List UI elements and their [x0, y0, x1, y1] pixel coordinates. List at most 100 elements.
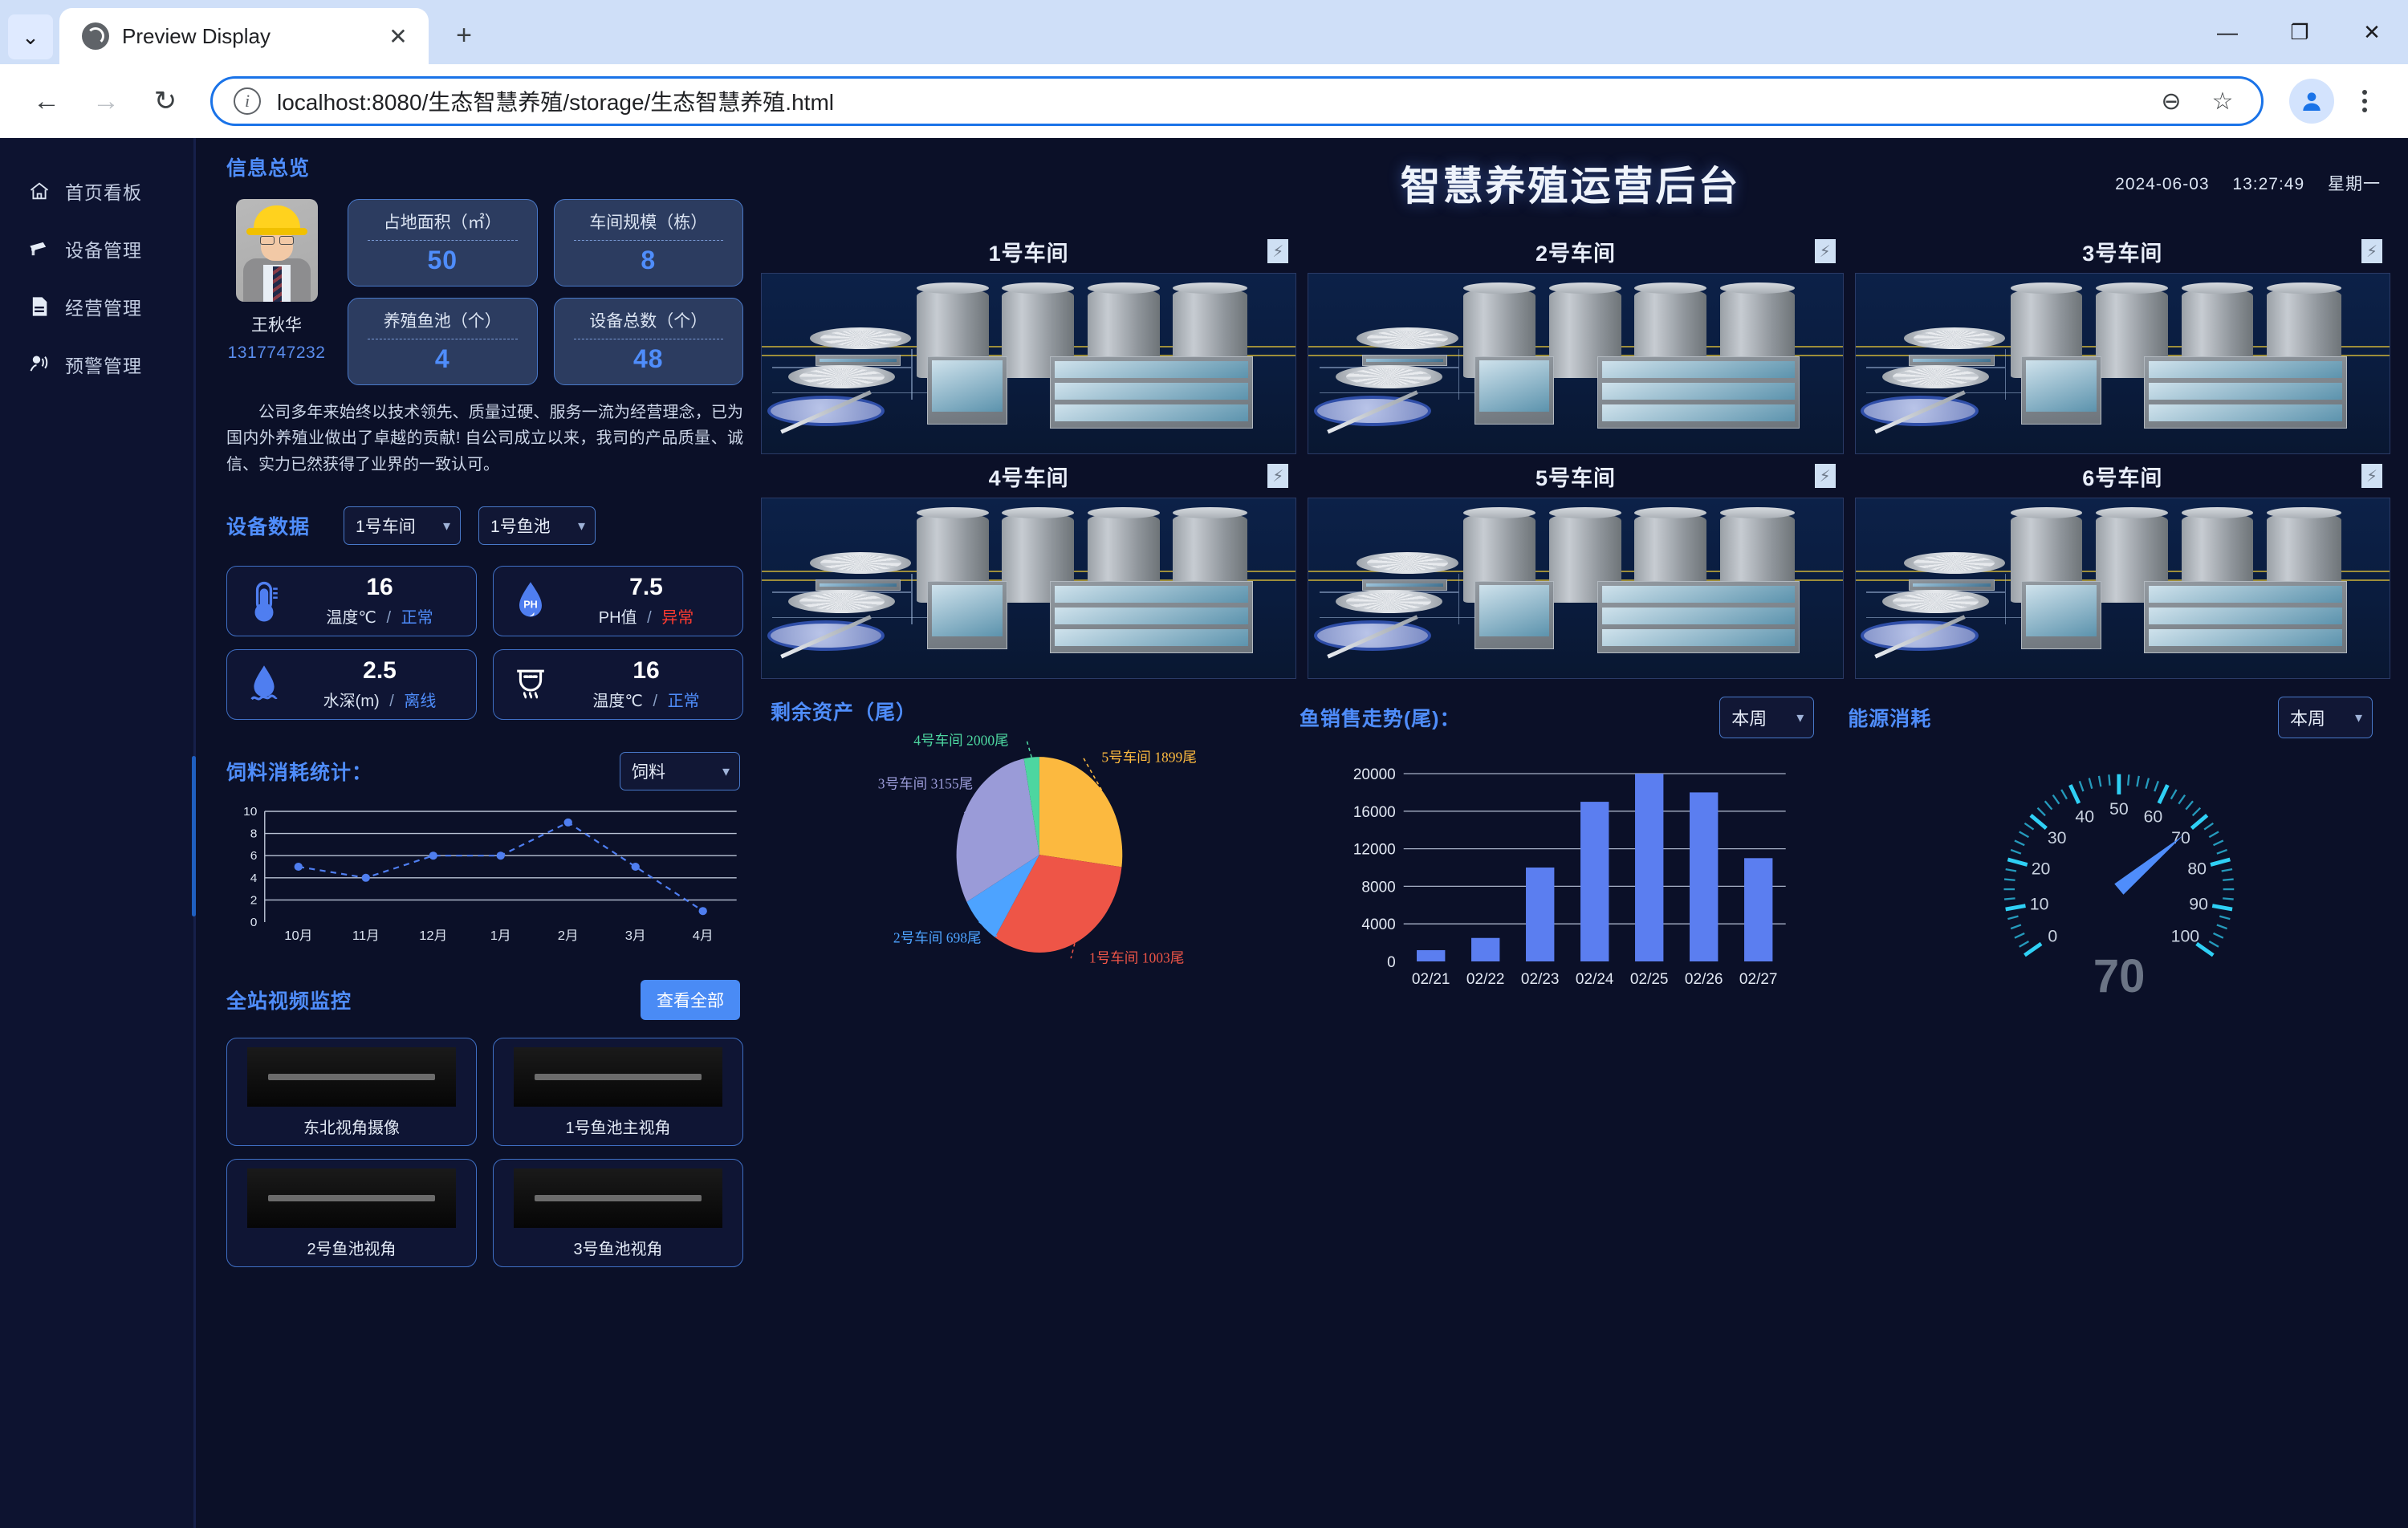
svg-text:3号车间 3155尾: 3号车间 3155尾: [878, 775, 973, 791]
workshop-select[interactable]: 1号车间 ▾: [344, 506, 461, 545]
svg-text:02/24: 02/24: [1576, 971, 1614, 988]
close-icon[interactable]: ✕: [382, 20, 414, 52]
lightning-bolt-icon[interactable]: ⚡: [2361, 464, 2382, 488]
svg-text:20: 20: [2032, 860, 2051, 879]
device-card-heater[interactable]: 16 温度℃ / 正常: [493, 649, 743, 720]
lightning-bolt-icon[interactable]: ⚡: [2361, 239, 2382, 263]
svg-text:5号车间 1899尾: 5号车间 1899尾: [1101, 749, 1196, 765]
stat-value: 48: [566, 344, 732, 374]
view-all-button[interactable]: 查看全部: [641, 980, 740, 1020]
workshop-header: 3号车间 ⚡: [1855, 230, 2390, 273]
stat-label: 车间规模（栋）: [566, 209, 732, 234]
device-card-water-depth[interactable]: 2.5 水深(m) / 离线: [226, 649, 477, 720]
sidebar-item-label: 设备管理: [65, 235, 142, 262]
workshop-3d-view[interactable]: [1855, 498, 2390, 679]
clock-date: 2024-06-03: [2115, 175, 2209, 193]
svg-text:02/25: 02/25: [1630, 971, 1669, 988]
camera-label: 3号鱼池视角: [502, 1236, 734, 1259]
lightning-bolt-icon[interactable]: ⚡: [1267, 239, 1288, 263]
main-content: 信息总览 王秋华 1317747232 占地面积（㎡） 50: [196, 138, 2408, 1528]
new-tab-icon[interactable]: +: [443, 14, 485, 56]
camera-label: 2号鱼池视角: [236, 1236, 467, 1259]
dashed-divider: [574, 240, 724, 241]
workshop-3d-view[interactable]: [761, 498, 1296, 679]
workshop-3d-view[interactable]: [1308, 498, 1843, 679]
separator: /: [389, 693, 394, 710]
svg-text:90: 90: [2190, 894, 2209, 913]
energy-period-select[interactable]: 本周 ▾: [2278, 697, 2373, 738]
site-info-icon[interactable]: i: [234, 87, 261, 115]
svg-text:4号车间 2000尾: 4号车间 2000尾: [913, 733, 1008, 749]
home-icon: [27, 179, 51, 203]
address-bar[interactable]: i localhost:8080/生态智慧养殖/storage/生态智慧养殖.h…: [210, 76, 2264, 126]
zoom-out-icon[interactable]: ⊖: [2154, 83, 2189, 119]
bookmark-star-icon[interactable]: ☆: [2205, 83, 2240, 119]
workshop-3d-view[interactable]: [1855, 273, 2390, 454]
workshop-3d-view[interactable]: [761, 273, 1296, 454]
device-card-temperature[interactable]: 16 温度℃ / 正常: [226, 566, 477, 636]
svg-text:3月: 3月: [625, 929, 646, 943]
overview-title: 信息总览: [226, 152, 743, 181]
feed-chart-title: 饲料消耗统计：: [226, 757, 372, 786]
reload-icon[interactable]: ↻: [140, 75, 191, 127]
stat-value: 4: [360, 344, 526, 374]
tab-search-button[interactable]: ⌄: [8, 14, 53, 59]
heater-icon: [508, 660, 553, 709]
back-icon[interactable]: ←: [21, 75, 72, 127]
window-close-icon[interactable]: ✕: [2336, 0, 2408, 64]
camera-card[interactable]: 2号鱼池视角: [226, 1159, 477, 1267]
browser-chrome: ⌄ Preview Display ✕ + — ❐ ✕ ← → ↻ i loca…: [0, 0, 2408, 138]
svg-text:6: 6: [250, 850, 258, 864]
camera-card[interactable]: 东北视角摄像: [226, 1038, 477, 1146]
window-controls: — ❐ ✕: [2191, 0, 2408, 64]
device-value: 16: [298, 575, 462, 600]
sidebar-item-operation[interactable]: 经营管理: [0, 278, 196, 335]
workshop-grid: 1号车间 ⚡ 2号车间 ⚡: [761, 230, 2390, 679]
browser-tab[interactable]: Preview Display ✕: [59, 8, 429, 64]
camera-card[interactable]: 3号鱼池视角: [493, 1159, 743, 1267]
camera-card[interactable]: 1号鱼池主视角: [493, 1038, 743, 1146]
lightning-bolt-icon[interactable]: ⚡: [1267, 464, 1288, 488]
device-value: 2.5: [298, 658, 462, 684]
water-depth-icon: [242, 660, 287, 709]
browser-menu-icon[interactable]: [2342, 79, 2387, 124]
feed-chart-header: 饲料消耗统计： 饲料 ▾: [226, 752, 743, 790]
workshop-name: 1号车间: [989, 236, 1069, 267]
workshop-header: 4号车间 ⚡: [761, 454, 1296, 498]
minimize-icon[interactable]: —: [2191, 0, 2264, 64]
sidebar-item-device[interactable]: 设备管理: [0, 220, 196, 278]
svg-text:100: 100: [2171, 927, 2200, 946]
sidebar-item-label: 经营管理: [65, 293, 142, 320]
forward-icon[interactable]: →: [80, 75, 132, 127]
device-card-ph[interactable]: PH 7.5 PH值 / 异常: [493, 566, 743, 636]
url-text: localhost:8080/生态智慧养殖/storage/生态智慧养殖.htm…: [277, 85, 2138, 117]
sidebar-item-home[interactable]: 首页看板: [0, 162, 196, 220]
lightning-bolt-icon[interactable]: ⚡: [1815, 464, 1836, 488]
workshop-3d-view[interactable]: [1308, 273, 1843, 454]
svg-text:30: 30: [2048, 828, 2067, 847]
pond-select[interactable]: 1号鱼池 ▾: [478, 506, 596, 545]
stat-value: 50: [360, 246, 526, 275]
svg-text:10: 10: [243, 805, 257, 819]
sidebar-item-label: 预警管理: [65, 351, 142, 378]
stat-card-workshops: 车间规模（栋） 8: [554, 199, 744, 286]
sidebar-item-alert[interactable]: 预警管理: [0, 335, 196, 393]
lightning-bolt-icon[interactable]: ⚡: [1815, 239, 1836, 263]
svg-text:8000: 8000: [1361, 879, 1395, 896]
sales-period-select[interactable]: 本周 ▾: [1719, 697, 1814, 738]
device-label: PH值: [599, 609, 637, 627]
right-panel: 智慧养殖运营后台 2024-06-03 13:27:49 星期一 1号车间 ⚡: [743, 152, 2390, 1528]
svg-text:02/23: 02/23: [1521, 971, 1560, 988]
alert-broadcast-icon: [27, 352, 51, 376]
remaining-assets-pie-chart: 5号车间 1899尾1号车间 1003尾2号车间 698尾3号车间 3155尾4…: [771, 729, 1283, 977]
clock: 2024-06-03 13:27:49 星期一: [2115, 171, 2381, 195]
energy-title: 能源消耗: [1848, 703, 1931, 732]
feed-type-select[interactable]: 饲料 ▾: [620, 752, 740, 790]
chevron-down-icon: ▾: [2355, 709, 2362, 726]
overview-section: 王秋华 1317747232 占地面积（㎡） 50 车间规模（栋） 8: [226, 199, 743, 385]
workshop-tile: 1号车间 ⚡: [761, 230, 1296, 454]
energy-period-value: 本周: [2290, 705, 2325, 730]
maximize-icon[interactable]: ❐: [2264, 0, 2336, 64]
profile-avatar-icon[interactable]: [2289, 79, 2334, 124]
svg-text:8: 8: [250, 827, 258, 841]
